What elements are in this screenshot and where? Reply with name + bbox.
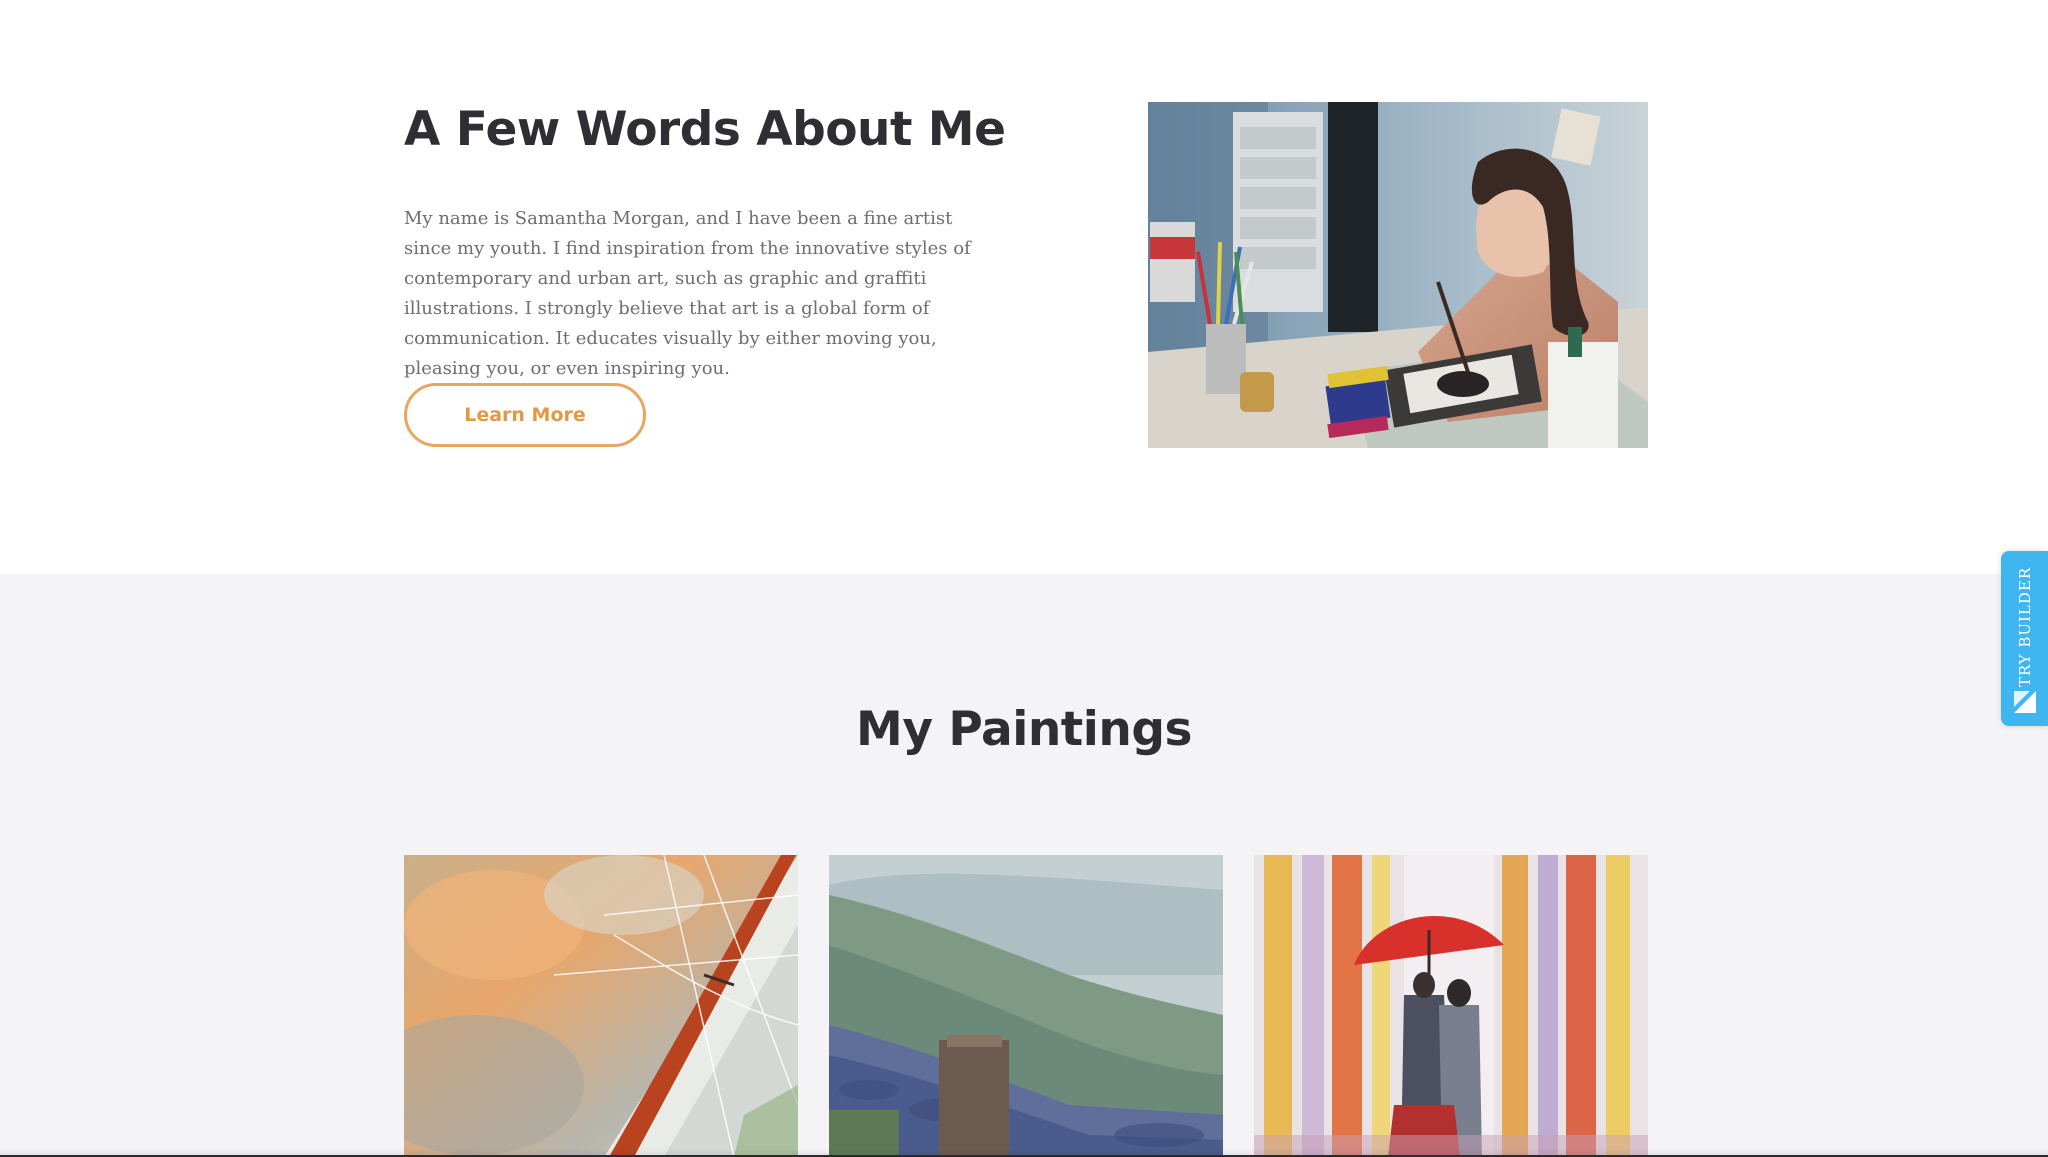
artist-photo xyxy=(1148,102,1648,448)
about-section: A Few Words About Me My name is Samantha… xyxy=(0,0,2048,574)
builder-icon xyxy=(2012,689,2038,720)
about-paragraph: My name is Samantha Morgan, and I have b… xyxy=(404,208,971,379)
paintings-heading: My Paintings xyxy=(856,702,1192,757)
painting-card-umbrella-couple[interactable] xyxy=(1254,855,1648,1157)
try-builder-tab[interactable]: TRY BUILDER xyxy=(2001,551,2048,726)
try-builder-label: TRY BUILDER xyxy=(2015,566,2034,688)
learn-more-button[interactable]: Learn More xyxy=(404,383,646,447)
about-heading: A Few Words About Me xyxy=(404,102,1006,157)
painting-card-landscape[interactable] xyxy=(829,855,1223,1157)
painting-card-sailboat[interactable] xyxy=(404,855,798,1157)
paintings-section: My Paintings xyxy=(0,574,2048,1157)
